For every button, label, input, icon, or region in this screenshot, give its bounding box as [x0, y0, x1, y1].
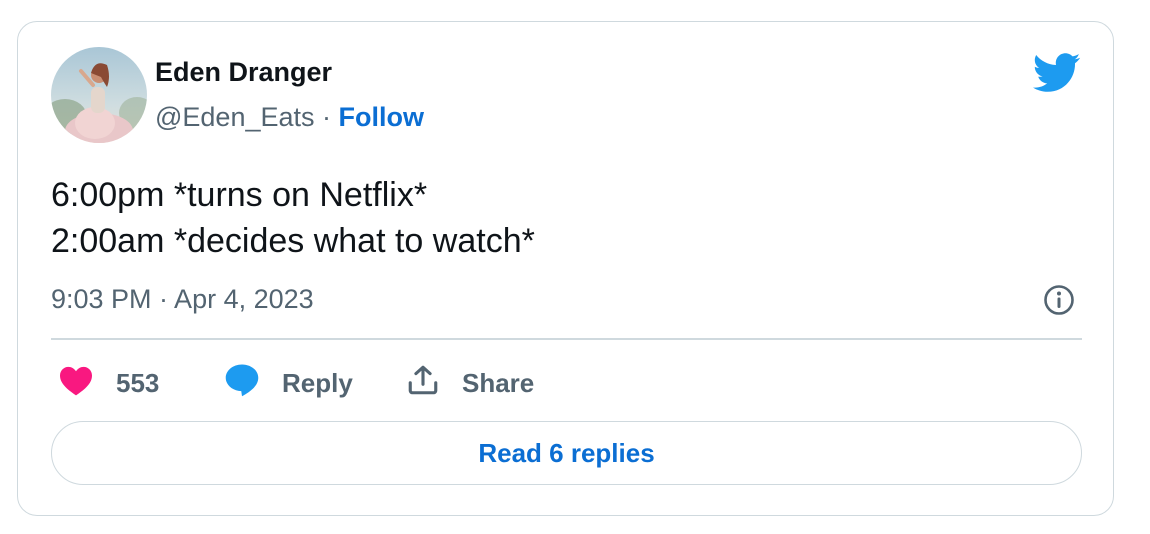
heart-icon — [58, 364, 94, 403]
author-avatar[interactable] — [51, 47, 147, 143]
tweet-card: Eden Dranger @Eden_Eats · Follow 6:00pm … — [17, 21, 1114, 516]
author-handle-row: @Eden_Eats · Follow — [155, 102, 424, 133]
like-count: 553 — [116, 367, 160, 398]
follow-button[interactable]: Follow — [339, 102, 424, 132]
twitter-bird-icon[interactable] — [1032, 53, 1081, 93]
share-label: Share — [462, 367, 535, 398]
share-button[interactable]: Share — [406, 365, 534, 401]
tweet-timestamp[interactable]: 9:03 PM · Apr 4, 2023 — [51, 284, 314, 315]
tweet-text-line: 6:00pm *turns on Netflix* — [51, 176, 428, 214]
handle-separator: · — [322, 102, 332, 132]
share-upload-icon — [406, 363, 440, 404]
author-handle[interactable]: @Eden_Eats — [155, 102, 315, 132]
reply-button[interactable]: Reply — [224, 363, 353, 404]
author-name[interactable]: Eden Dranger — [155, 57, 332, 88]
tweet-text: 6:00pm *turns on Netflix* 2:00am *decide… — [51, 172, 535, 264]
info-icon[interactable] — [1043, 284, 1075, 316]
read-replies-button[interactable]: Read 6 replies — [51, 421, 1082, 485]
read-replies-label: Read 6 replies — [478, 437, 655, 468]
reply-label: Reply — [282, 367, 353, 398]
speech-bubble-icon — [224, 363, 260, 404]
tweet-text-line: 2:00am *decides what to watch* — [51, 222, 535, 260]
like-button[interactable]: 553 — [58, 365, 159, 401]
divider — [51, 338, 1082, 340]
